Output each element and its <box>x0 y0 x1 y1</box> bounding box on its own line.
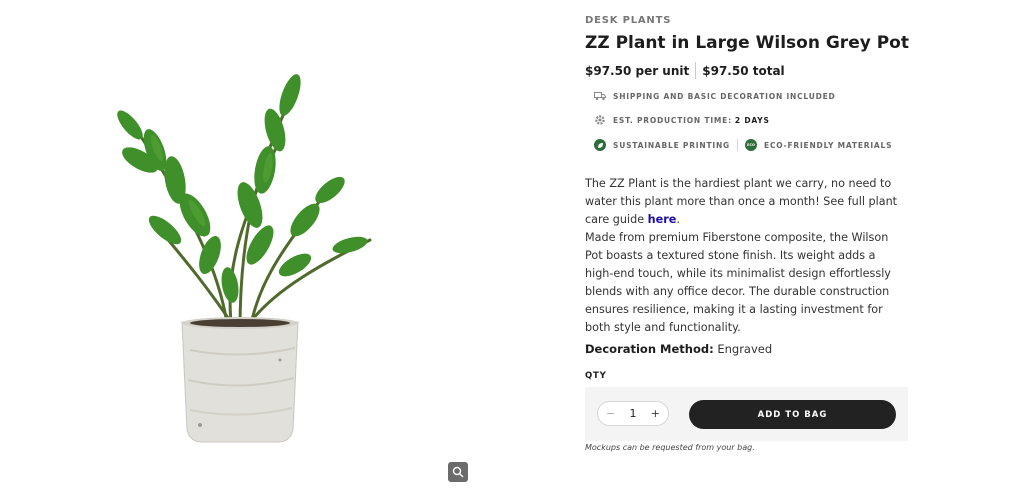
feature-shipping: SHIPPING AND BASIC DECORATION INCLUDED <box>594 90 836 102</box>
description-p1: The ZZ Plant is the hardiest plant we ca… <box>585 177 898 226</box>
price-row: $97.50 per unit $97.50 total <box>585 62 785 79</box>
magnifier-icon <box>452 466 464 478</box>
feature-eco-row: SUSTAINABLE PRINTING ECO ECO-FRIENDLY MA… <box>594 139 892 151</box>
eco-badge-icon: ECO <box>745 139 758 151</box>
feature-production: EST. PRODUCTION TIME: 2 DAYS <box>594 114 770 126</box>
decoration-value: Engraved <box>717 342 773 356</box>
feature-shipping-text: SHIPPING AND BASIC DECORATION INCLUDED <box>613 91 836 101</box>
add-to-bag-button[interactable]: ADD TO BAG <box>689 400 896 429</box>
description-p2: Made from premium Fiberstone composite, … <box>585 231 891 334</box>
price-divider <box>695 62 697 79</box>
feature-eco-text: ECO-FRIENDLY MATERIALS <box>764 140 893 150</box>
quantity-stepper: − 1 + <box>597 401 669 426</box>
care-guide-link[interactable]: here <box>648 213 677 226</box>
price-total: $97.50 total <box>702 63 785 78</box>
product-gallery <box>0 0 560 494</box>
truck-icon <box>594 90 606 102</box>
product-title: ZZ Plant in Large Wilson Grey Pot <box>585 33 909 53</box>
feature-sustainable-text: SUSTAINABLE PRINTING <box>613 140 731 150</box>
gear-icon <box>594 114 606 126</box>
product-image[interactable] <box>100 30 390 450</box>
feature-production-value: 2 DAYS <box>734 115 770 125</box>
product-description: The ZZ Plant is the hardiest plant we ca… <box>585 177 898 334</box>
quantity-increase-button[interactable]: + <box>651 407 660 420</box>
mockup-note: Mockups can be requested from your bag. <box>585 443 755 452</box>
product-category: DESK PLANTS <box>585 15 672 26</box>
leaf-icon <box>594 139 606 151</box>
price-per-unit: $97.50 per unit <box>585 63 690 78</box>
purchase-box: − 1 + ADD TO BAG <box>585 387 908 441</box>
decoration-method: Decoration Method: Engraved <box>585 342 772 356</box>
feature-divider <box>737 139 739 151</box>
zoom-button[interactable] <box>448 462 468 482</box>
quantity-value[interactable]: 1 <box>630 407 637 420</box>
qty-label: QTY <box>585 371 607 381</box>
quantity-decrease-button[interactable]: − <box>606 407 615 420</box>
feature-production-label: EST. PRODUCTION TIME: <box>613 115 732 125</box>
decoration-label: Decoration Method: <box>585 342 714 356</box>
